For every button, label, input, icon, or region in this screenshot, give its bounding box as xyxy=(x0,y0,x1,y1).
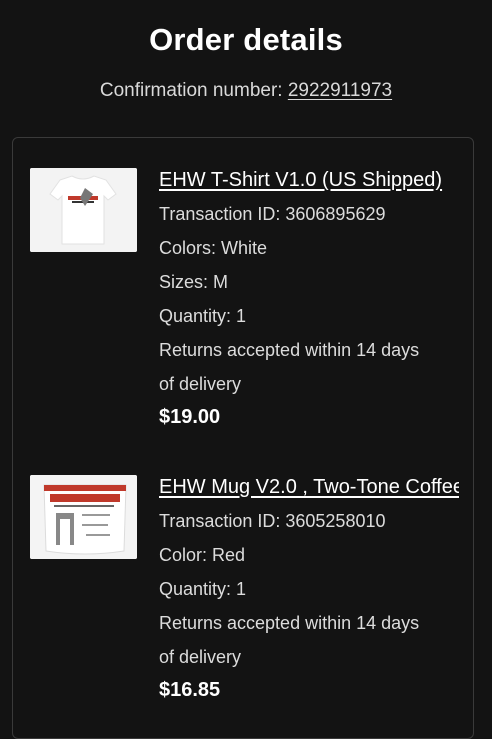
item-quantity: Quantity: 1 xyxy=(159,579,247,599)
order-items-card: EHW T-Shirt V1.0 (US Shipped) Transactio… xyxy=(12,137,474,739)
item-name-link[interactable]: EHW T-Shirt V1.0 (US Shipped) xyxy=(159,166,459,194)
page-title: Order details xyxy=(149,22,343,57)
item-color: Colors: White xyxy=(159,238,268,258)
mug-image xyxy=(30,475,137,559)
confirmation-label: Confirmation number: xyxy=(99,80,288,101)
item-color: Color: Red xyxy=(159,545,246,565)
transaction-id: Transaction ID: 3606895629 xyxy=(159,204,386,224)
item-size: Sizes: M xyxy=(159,272,229,292)
tshirt-image xyxy=(30,168,137,252)
item-quantity: Quantity: 1 xyxy=(159,306,247,326)
returns-policy-line2: of delivery xyxy=(159,374,242,394)
confirmation-line: Confirmation number: 2922911973 xyxy=(0,80,492,102)
item-name-link[interactable]: EHW Mug V2.0 , Two-Tone Coffee Mug xyxy=(159,473,459,501)
item-price: $16.85 xyxy=(159,679,221,701)
item-price: $19.00 xyxy=(159,406,221,428)
confirmation-number-link[interactable]: 2922911973 xyxy=(288,80,392,101)
transaction-id: Transaction ID: 3605258010 xyxy=(159,511,386,531)
returns-policy-line1: Returns accepted within 14 days xyxy=(159,613,420,633)
tshirt-thumbnail[interactable] xyxy=(30,168,137,252)
returns-policy-line2: of delivery xyxy=(159,647,242,667)
returns-policy-line1: Returns accepted within 14 days xyxy=(159,340,420,360)
mug-thumbnail[interactable] xyxy=(30,475,137,559)
